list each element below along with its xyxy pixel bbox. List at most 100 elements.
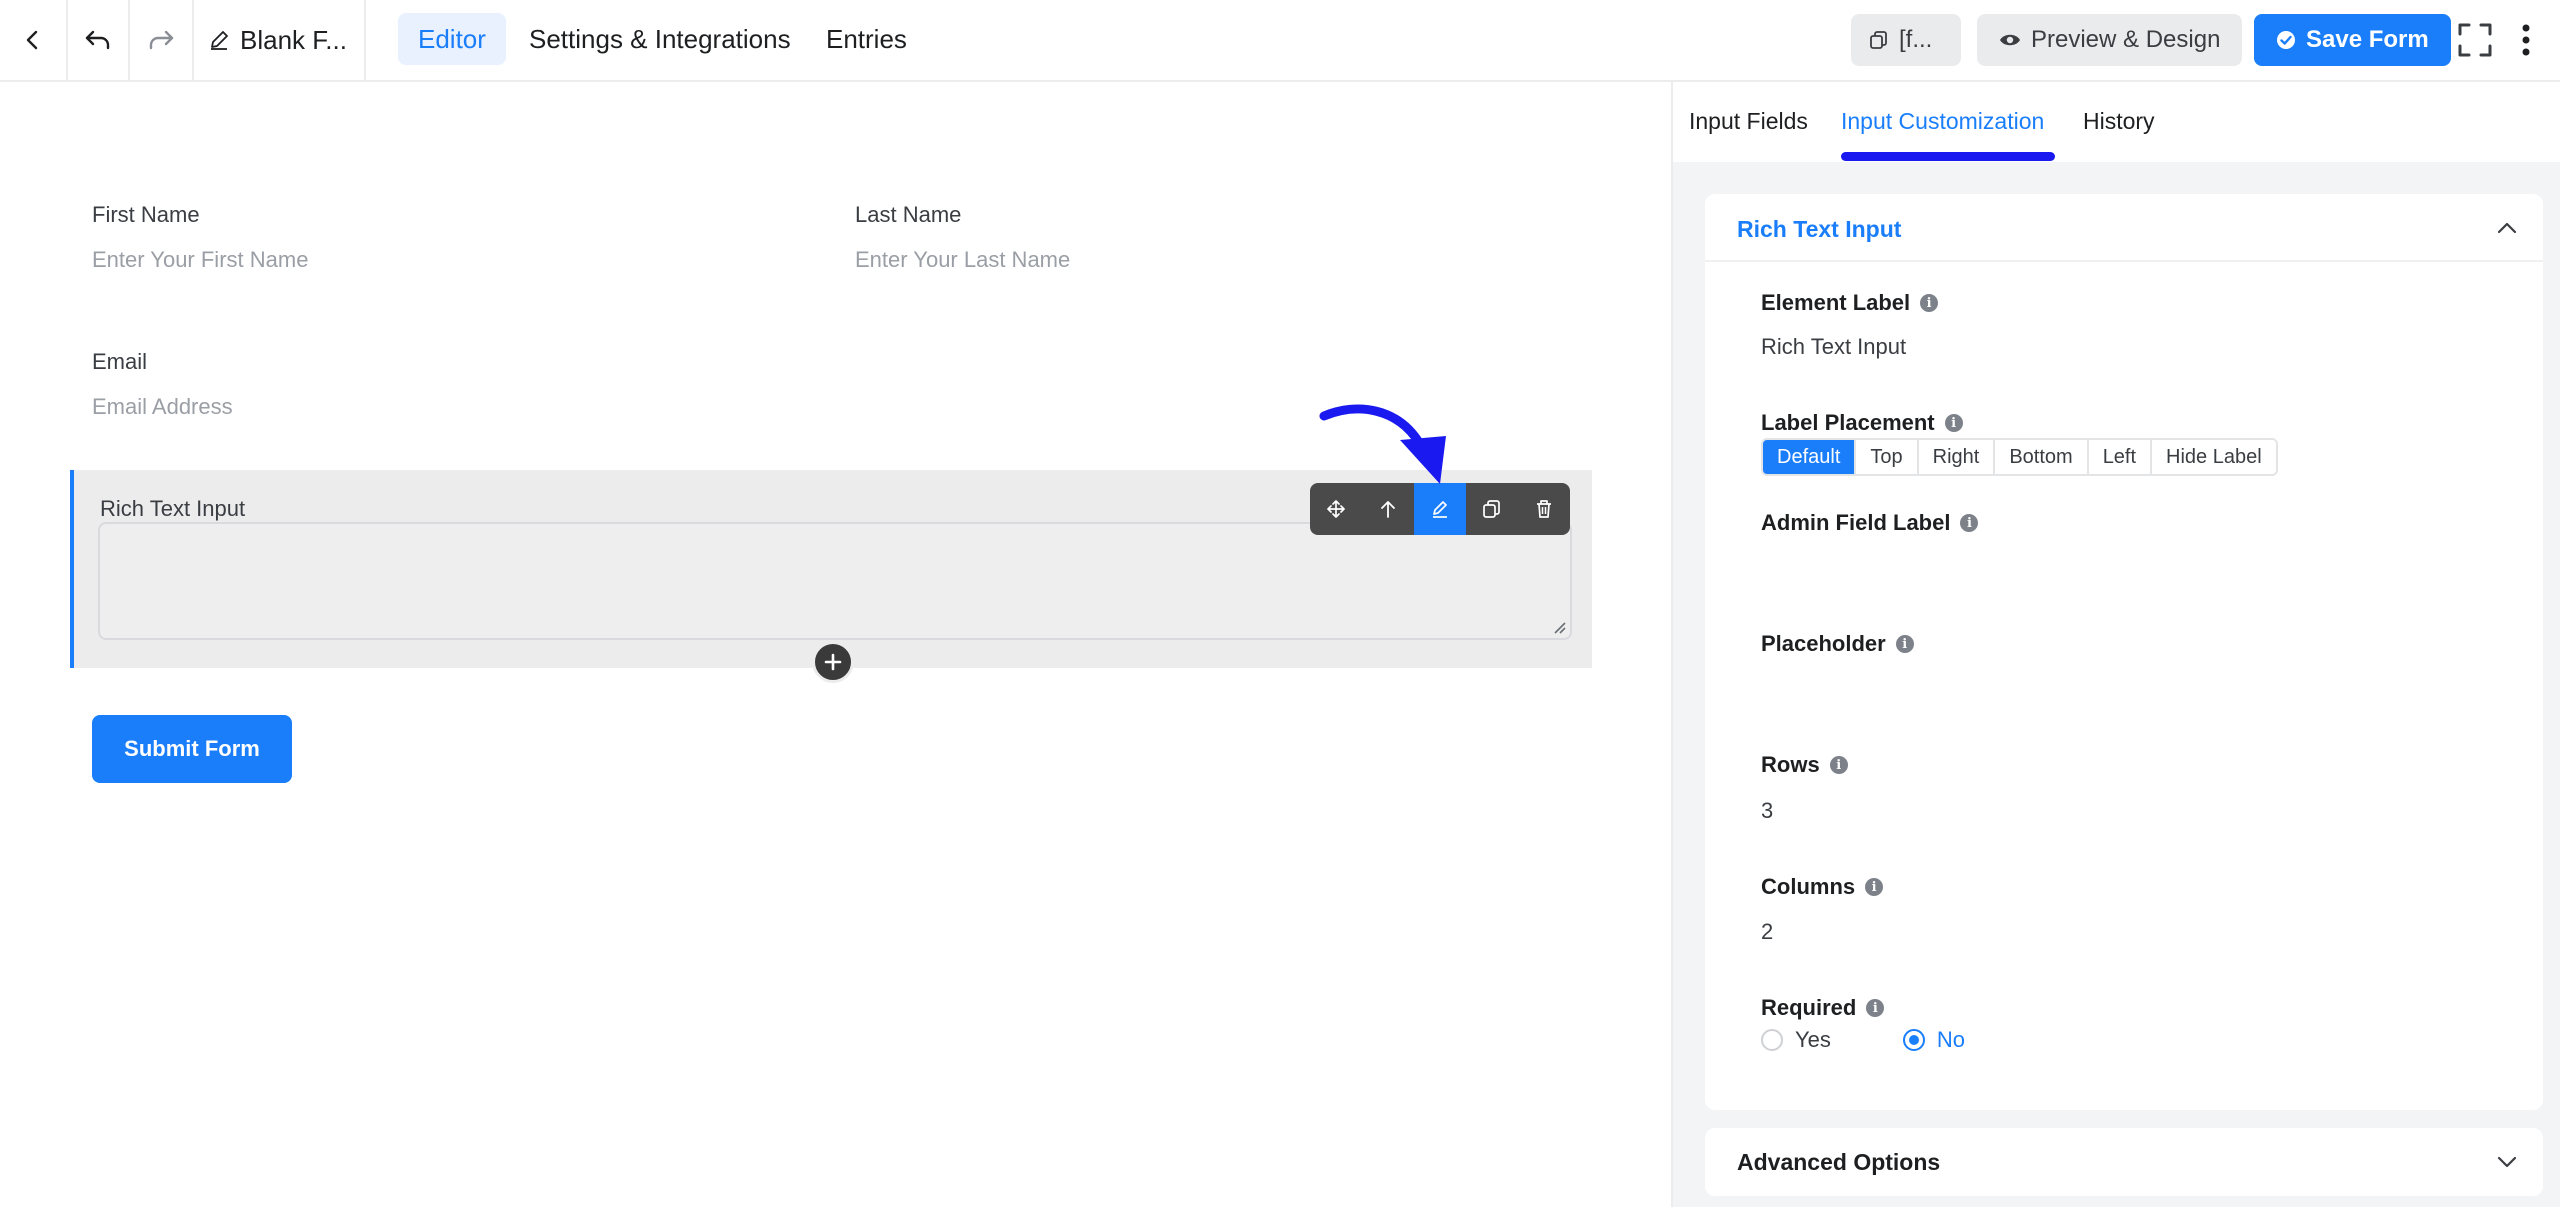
first-name-input[interactable]: Enter Your First Name <box>92 247 308 273</box>
tab-settings-label: Settings & Integrations <box>529 23 791 54</box>
copy-icon <box>1870 31 1887 49</box>
advanced-options-title: Advanced Options <box>1737 1149 1941 1175</box>
edit-field-button[interactable] <box>1414 483 1466 535</box>
undo-button[interactable] <box>68 0 130 80</box>
move-up-button[interactable] <box>1362 483 1414 535</box>
required-yes-radio[interactable] <box>1761 1029 1783 1051</box>
rows-input[interactable]: 3 <box>1761 798 1773 824</box>
more-menu-button[interactable] <box>2506 0 2546 80</box>
columns-text: Columns <box>1761 874 1856 899</box>
top-bar: Blank F... Editor Settings & Integration… <box>0 0 2560 82</box>
sidebar-tabs: Input Fields Input Customization History <box>1673 82 2560 162</box>
redo-icon <box>149 30 174 50</box>
arrow-up-icon <box>1381 501 1395 518</box>
required-options: Yes No <box>1761 1027 1965 1053</box>
back-button[interactable] <box>0 0 68 80</box>
element-label-input[interactable]: Rich Text Input <box>1761 334 1906 360</box>
placeholder-text: Placeholder <box>1761 631 1886 656</box>
preview-design-button[interactable]: Preview & Design <box>1977 14 2243 66</box>
admin-field-label-input[interactable] <box>1761 552 2501 582</box>
tab-entries-label: Entries <box>826 23 907 54</box>
required-text: Required <box>1761 995 1857 1020</box>
plus-icon <box>824 653 842 671</box>
duplicate-icon <box>1483 500 1500 518</box>
info-icon[interactable]: i <box>1866 999 1885 1017</box>
email-label: Email <box>92 349 148 374</box>
resize-handle-icon[interactable] <box>1552 620 1566 634</box>
edit-icon <box>1433 501 1447 518</box>
form-name[interactable]: Blank F... <box>194 0 366 80</box>
chevron-down-icon[interactable] <box>2495 1150 2519 1174</box>
undo-icon <box>85 30 110 50</box>
last-name-label: Last Name <box>855 202 962 227</box>
eye-icon <box>2000 34 2020 46</box>
field-action-toolbar <box>1310 483 1570 535</box>
placement-option-left[interactable]: Left <box>2088 440 2153 474</box>
more-vertical-icon <box>2522 24 2530 56</box>
info-icon[interactable]: i <box>1829 756 1848 774</box>
panel-title: Rich Text Input <box>1737 216 1902 242</box>
save-form-label: Save Form <box>2306 26 2429 53</box>
label-placement-text: Label Placement <box>1761 410 1935 435</box>
info-icon[interactable]: i <box>1865 878 1884 896</box>
move-button[interactable] <box>1310 483 1362 535</box>
columns-input[interactable]: 2 <box>1761 919 1773 945</box>
placement-option-right[interactable]: Right <box>1918 440 1996 474</box>
placement-option-default[interactable]: Default <box>1763 440 1857 474</box>
label-placement-options: Default Top Right Bottom Left Hide Label <box>1761 438 2278 476</box>
shortcode-text: [f... <box>1899 26 1933 53</box>
placeholder-input[interactable] <box>1761 673 2501 703</box>
shortcode-button[interactable]: [f... <box>1851 14 1961 66</box>
tab-history[interactable]: History <box>2083 108 2155 135</box>
placement-option-top[interactable]: Top <box>1856 440 1919 474</box>
label-placement-title: Label Placement i <box>1761 410 1963 436</box>
admin-field-label-text: Admin Field Label <box>1761 510 1951 535</box>
redo-button[interactable] <box>130 0 194 80</box>
tab-input-customization[interactable]: Input Customization <box>1841 108 2044 135</box>
chevron-up-icon[interactable] <box>2495 216 2519 240</box>
advanced-options-panel[interactable]: Advanced Options <box>1705 1128 2543 1196</box>
form-canvas: First Name Enter Your First Name Last Na… <box>0 82 1670 1207</box>
email-input[interactable]: Email Address <box>92 394 233 420</box>
info-icon[interactable]: i <box>1960 514 1979 532</box>
save-form-button[interactable]: Save Form <box>2254 14 2451 66</box>
tab-entries[interactable]: Entries <box>806 13 927 65</box>
check-circle-icon <box>2277 31 2295 49</box>
tab-settings-integrations[interactable]: Settings & Integrations <box>509 13 811 65</box>
annotation-arrow <box>1319 404 1446 484</box>
element-label-title: Element Label i <box>1761 290 1939 316</box>
fullscreen-button[interactable] <box>2452 0 2498 80</box>
tab-input-fields[interactable]: Input Fields <box>1689 108 1808 135</box>
tab-editor[interactable]: Editor <box>398 13 506 65</box>
info-icon[interactable]: i <box>1920 294 1939 312</box>
form-name-text: Blank F... <box>240 24 347 55</box>
active-tab-underline <box>1841 152 2055 161</box>
rich-text-settings-panel: Rich Text Input Element Label i Rich Text… <box>1705 194 2543 1110</box>
placeholder-title: Placeholder i <box>1761 631 1914 657</box>
chevron-left-icon <box>26 30 38 50</box>
submit-form-button[interactable]: Submit Form <box>92 715 292 783</box>
fullscreen-icon <box>2458 23 2492 57</box>
add-field-button[interactable] <box>812 641 854 683</box>
admin-field-label-title: Admin Field Label i <box>1761 510 1979 536</box>
rows-title: Rows i <box>1761 752 1848 778</box>
columns-title: Columns i <box>1761 874 1884 900</box>
element-label-text: Element Label <box>1761 290 1911 315</box>
placement-option-bottom[interactable]: Bottom <box>1995 440 2089 474</box>
duplicate-field-button[interactable] <box>1466 483 1518 535</box>
required-no-label[interactable]: No <box>1937 1027 1965 1053</box>
preview-design-label: Preview & Design <box>2031 26 2221 53</box>
required-title: Required i <box>1761 995 1885 1021</box>
info-icon[interactable]: i <box>1895 635 1914 653</box>
trash-icon <box>1537 500 1551 518</box>
required-no-radio[interactable] <box>1902 1029 1925 1051</box>
pencil-icon <box>211 31 228 50</box>
rich-text-textarea[interactable] <box>98 522 1572 640</box>
tab-editor-label: Editor <box>418 23 486 54</box>
info-icon[interactable]: i <box>1944 414 1963 432</box>
panel-header[interactable]: Rich Text Input <box>1705 194 2543 262</box>
last-name-input[interactable]: Enter Your Last Name <box>855 247 1070 273</box>
delete-field-button[interactable] <box>1518 483 1570 535</box>
placement-option-hide-label[interactable]: Hide Label <box>2152 440 2276 474</box>
required-yes-label[interactable]: Yes <box>1795 1027 1831 1053</box>
